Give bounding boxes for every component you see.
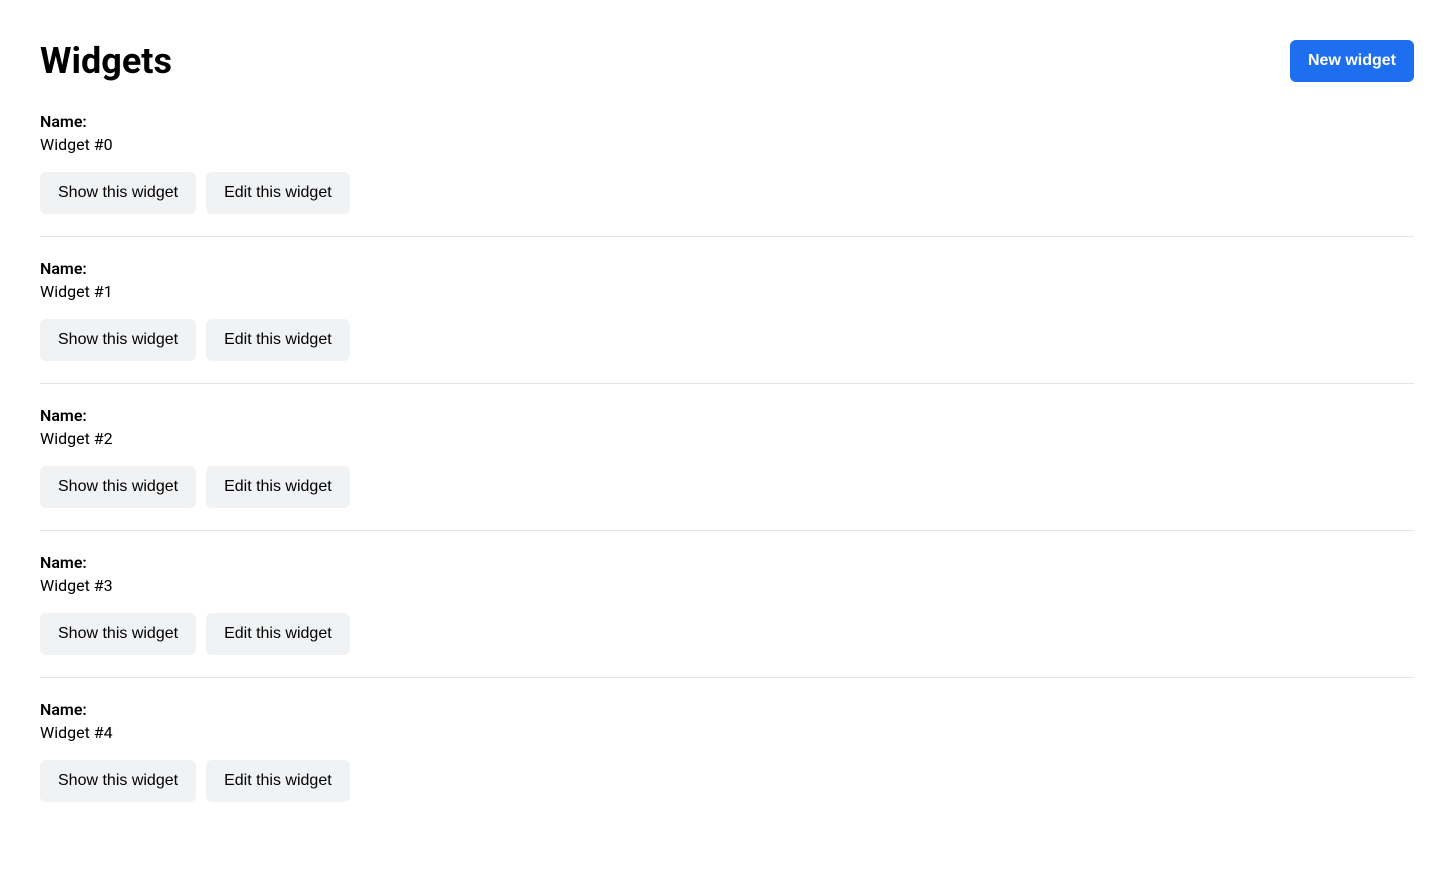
name-label: Name: [40, 553, 1414, 572]
widget-actions: Show this widget Edit this widget [40, 613, 1414, 655]
show-widget-button[interactable]: Show this widget [40, 613, 196, 655]
name-label: Name: [40, 406, 1414, 425]
edit-widget-button[interactable]: Edit this widget [206, 172, 350, 214]
widget-actions: Show this widget Edit this widget [40, 172, 1414, 214]
widget-name: Widget #0 [40, 135, 1414, 154]
widget-item: Name: Widget #0 Show this widget Edit th… [40, 112, 1414, 237]
new-widget-button[interactable]: New widget [1290, 40, 1414, 82]
edit-widget-button[interactable]: Edit this widget [206, 319, 350, 361]
widget-actions: Show this widget Edit this widget [40, 760, 1414, 802]
show-widget-button[interactable]: Show this widget [40, 466, 196, 508]
widget-name: Widget #2 [40, 429, 1414, 448]
name-label: Name: [40, 259, 1414, 278]
edit-widget-button[interactable]: Edit this widget [206, 613, 350, 655]
show-widget-button[interactable]: Show this widget [40, 172, 196, 214]
name-label: Name: [40, 112, 1414, 131]
widget-item: Name: Widget #2 Show this widget Edit th… [40, 406, 1414, 531]
widget-item: Name: Widget #4 Show this widget Edit th… [40, 700, 1414, 824]
page-header: Widgets New widget [40, 40, 1414, 82]
widget-name: Widget #1 [40, 282, 1414, 301]
widget-actions: Show this widget Edit this widget [40, 466, 1414, 508]
widget-actions: Show this widget Edit this widget [40, 319, 1414, 361]
edit-widget-button[interactable]: Edit this widget [206, 466, 350, 508]
page-title: Widgets [40, 40, 172, 82]
widget-item: Name: Widget #1 Show this widget Edit th… [40, 259, 1414, 384]
widget-name: Widget #4 [40, 723, 1414, 742]
widget-item: Name: Widget #3 Show this widget Edit th… [40, 553, 1414, 678]
edit-widget-button[interactable]: Edit this widget [206, 760, 350, 802]
show-widget-button[interactable]: Show this widget [40, 319, 196, 361]
show-widget-button[interactable]: Show this widget [40, 760, 196, 802]
name-label: Name: [40, 700, 1414, 719]
widget-list: Name: Widget #0 Show this widget Edit th… [40, 112, 1414, 824]
widget-name: Widget #3 [40, 576, 1414, 595]
